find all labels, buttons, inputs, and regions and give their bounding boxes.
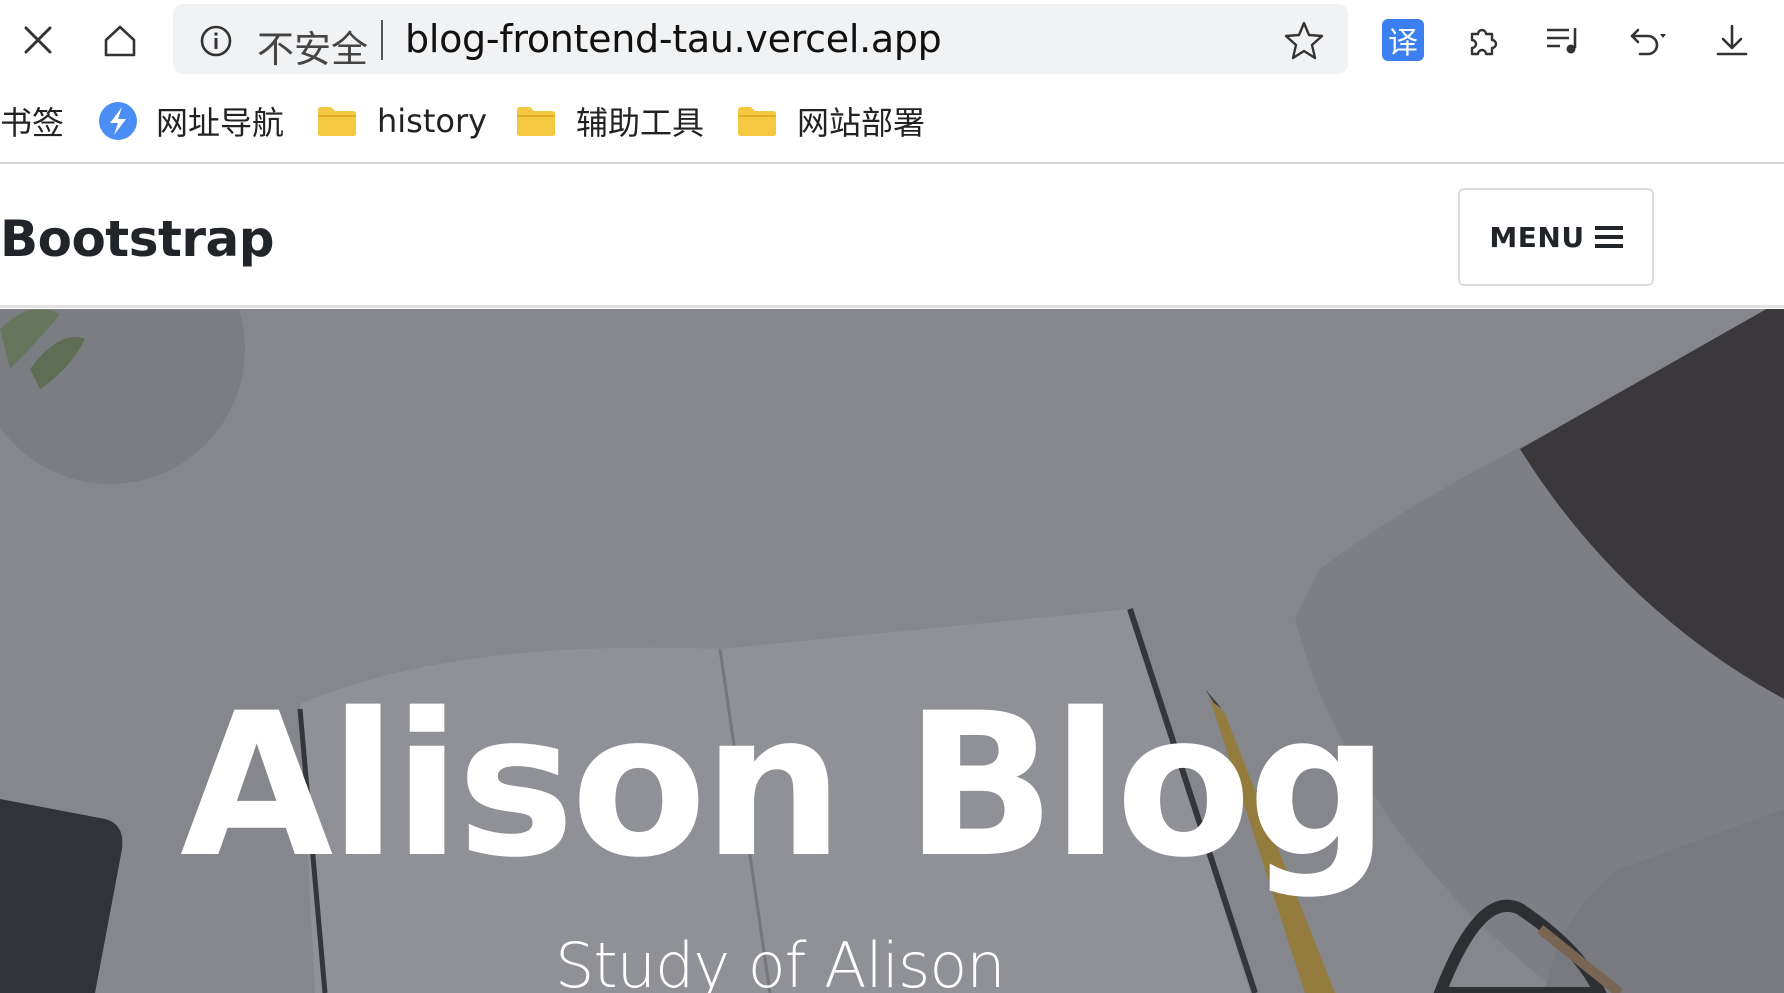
- site-brand[interactable]: Bootstrap: [0, 210, 275, 268]
- media-control-icon[interactable]: [1536, 14, 1588, 66]
- folder-icon: [517, 107, 555, 136]
- hero-subtitle: Study of Alison: [555, 929, 1006, 993]
- address-bar[interactable]: 不安全 blog-frontend-tau.vercel.app: [173, 4, 1348, 74]
- translate-icon[interactable]: 译: [1377, 14, 1429, 66]
- folder-icon: [738, 107, 776, 136]
- url-text[interactable]: blog-frontend-tau.vercel.app: [405, 17, 942, 61]
- browser-toolbar: 不安全 blog-frontend-tau.vercel.app 译: [0, 0, 1784, 80]
- bookmarks-label-text: 书签: [0, 104, 65, 142]
- hero-title: Alison Blog: [180, 670, 1389, 901]
- bookmark-label: 辅助工具: [576, 104, 705, 142]
- bookmark-item-nav[interactable]: 网址导航: [98, 98, 284, 144]
- bookmarks-label[interactable]: 书签: [0, 98, 64, 144]
- close-icon[interactable]: [12, 14, 64, 66]
- extensions-icon[interactable]: [1457, 14, 1509, 66]
- menu-label: MENU: [1489, 220, 1585, 254]
- bookmark-label: 网站部署: [797, 104, 926, 142]
- security-status-label[interactable]: 不安全: [257, 19, 368, 73]
- info-icon[interactable]: [199, 24, 233, 58]
- nav-logo-icon: [99, 102, 137, 140]
- bookmark-item-deploy[interactable]: 网站部署: [737, 98, 925, 144]
- menu-button[interactable]: MENU: [1458, 188, 1654, 286]
- folder-icon: [318, 107, 356, 136]
- bookmarks-bar: 书签 网址导航 history 辅助工具 网站部署: [0, 80, 1784, 164]
- download-icon[interactable]: [1706, 14, 1758, 66]
- translate-glyph: 译: [1382, 19, 1424, 61]
- undo-icon[interactable]: [1620, 14, 1672, 66]
- bookmark-label: 网址导航: [156, 104, 285, 142]
- bookmark-label: history: [377, 102, 488, 140]
- bookmark-item-tools[interactable]: 辅助工具: [516, 98, 704, 144]
- omnibox-divider: [381, 20, 383, 60]
- home-icon[interactable]: [94, 14, 146, 66]
- hamburger-icon: [1594, 226, 1623, 248]
- bookmark-item-history[interactable]: history: [317, 98, 487, 144]
- site-navbar: Bootstrap MENU: [0, 166, 1784, 308]
- hero-section: Alison Blog Study of Alison: [0, 309, 1784, 993]
- star-icon[interactable]: [1283, 19, 1325, 61]
